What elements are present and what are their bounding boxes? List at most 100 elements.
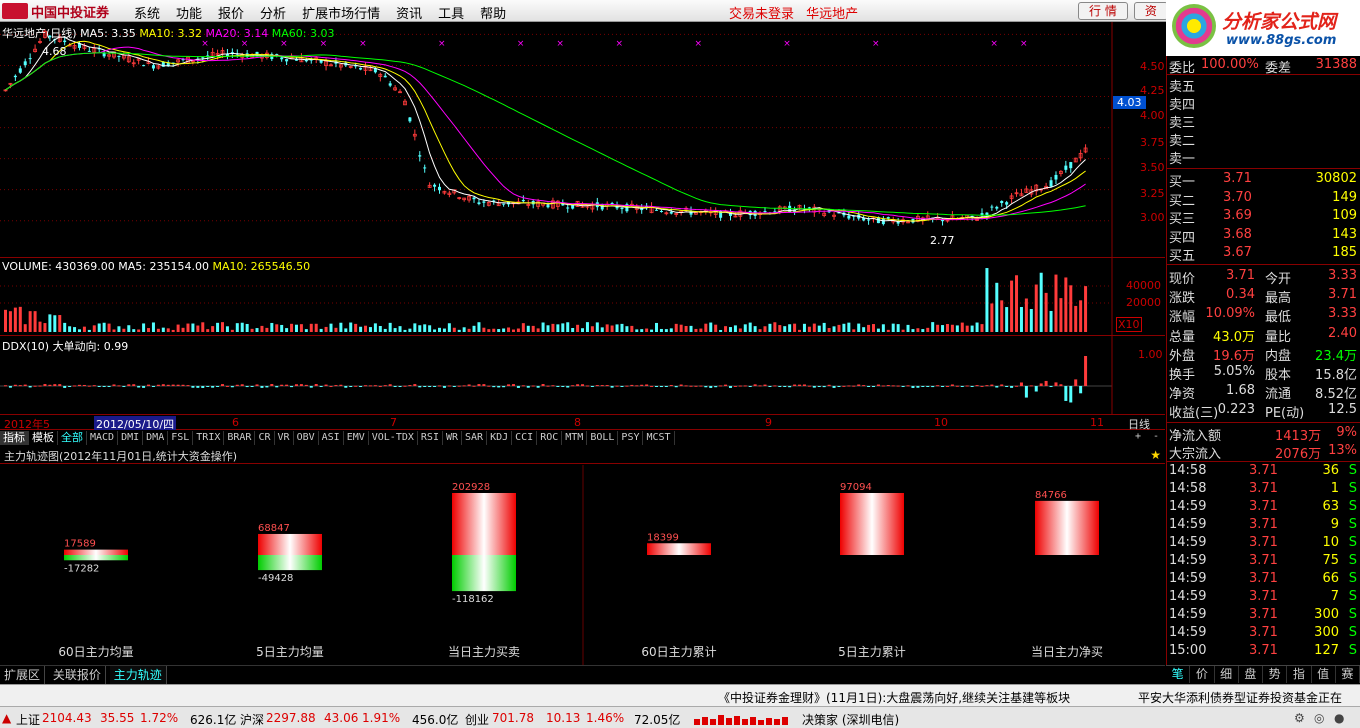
ddx-chart[interactable]: DDX(10) 大单动向: 0.99 1.00 <box>0 336 1165 414</box>
menu-item-system[interactable]: 系统 <box>126 3 168 22</box>
zoom-out-button[interactable]: - <box>1147 430 1165 444</box>
tab-obv[interactable]: OBV <box>294 431 319 445</box>
menu-item-news[interactable]: 资讯 <box>388 3 430 22</box>
tick-volume: 300 <box>1314 625 1339 640</box>
tab-macd[interactable]: MACD <box>87 431 119 445</box>
tab-boll[interactable]: BOLL <box>587 431 619 445</box>
tab-emv[interactable]: EMV <box>344 431 369 445</box>
tab-mcst[interactable]: MCST <box>643 431 675 445</box>
tick-price: 3.71 <box>1249 517 1278 532</box>
tray-icon[interactable]: ⚙ <box>1294 711 1305 725</box>
tab-price[interactable]: 价 <box>1190 666 1215 683</box>
info-button[interactable]: 资 <box>1133 2 1168 20</box>
cy-change: 10.13 <box>546 711 581 725</box>
network-icon[interactable]: ◎ <box>1314 711 1324 725</box>
tab-race[interactable]: 赛 <box>1336 666 1360 683</box>
volume-bar <box>699 328 703 332</box>
buy-level: 买二 3.70 149 <box>1167 189 1360 209</box>
tab-kdj[interactable]: KDJ <box>487 431 513 445</box>
date-label: 10 <box>934 416 948 429</box>
news-item-2[interactable]: 平安大华添利债券型证券投资基金正在 <box>1138 689 1342 706</box>
tab-vol-tdx[interactable]: VOL-TDX <box>369 431 418 445</box>
tick-price: 3.71 <box>1249 553 1278 568</box>
candle-body <box>659 210 663 212</box>
tab-all[interactable]: 全部 <box>58 431 87 445</box>
zoom-in-button[interactable]: + <box>1129 430 1147 444</box>
event-marker-icon: × <box>990 39 998 49</box>
news-ticker[interactable]: 《中投证券金理财》(11月1日):大盘震荡向好,继续关注基建等板块 平安大华添利… <box>0 684 1360 706</box>
volume-bar <box>1044 292 1048 332</box>
cy-amount: 72.05亿 <box>634 713 681 727</box>
stat-row: 换手 5.05% 股本 15.8亿 <box>1167 363 1360 383</box>
ddx-bar <box>945 385 949 387</box>
kline-header: 华远地产(日线) <box>2 27 77 40</box>
lock-icon[interactable]: ● <box>1334 711 1344 725</box>
tab-mainforce-track[interactable]: 主力轨迹 <box>109 666 167 684</box>
ddx-bar <box>620 386 624 387</box>
tab-cci[interactable]: CCI <box>512 431 538 445</box>
tab-psy[interactable]: PSY <box>618 431 644 445</box>
tab-dma[interactable]: DMA <box>143 431 169 445</box>
tab-asi[interactable]: ASI <box>319 431 344 445</box>
menu-item-quote[interactable]: 报价 <box>210 3 252 22</box>
sh-label[interactable]: 上证 <box>16 711 40 728</box>
tab-related-quotes[interactable]: 关联报价 <box>49 666 106 684</box>
stat-label-2: 流通 <box>1265 387 1292 403</box>
tab-wr[interactable]: WR <box>443 431 463 445</box>
tab-trades[interactable]: 笔 <box>1166 666 1191 683</box>
kline-chart[interactable]: × × × × × × × × × × × × × × 华远地产(日线) MA5: 3.35 MA10: … <box>0 22 1165 258</box>
ddx-bar <box>270 384 274 386</box>
volume-bar <box>314 323 318 332</box>
tick-row: 14:59 3.71 7 S <box>1167 588 1360 606</box>
cy-label[interactable]: 创业 <box>465 711 489 728</box>
tab-cr[interactable]: CR <box>255 431 275 445</box>
tab-indicator[interactable]: 指标 <box>0 431 29 445</box>
tab-vr[interactable]: VR <box>275 431 294 445</box>
tab-extension-area[interactable]: 扩展区 <box>0 666 46 684</box>
stat-value-2: 3.33 <box>1328 306 1357 322</box>
news-item[interactable]: 《中投证券金理财》(11月1日):大盘震荡向好,继续关注基建等板块 <box>718 689 1070 706</box>
tab-value[interactable]: 值 <box>1312 666 1336 683</box>
menu-item-help[interactable]: 帮助 <box>472 3 514 22</box>
tab-fsl[interactable]: FSL <box>168 431 194 445</box>
volume-bar <box>230 329 234 332</box>
tab-sar[interactable]: SAR <box>462 431 488 445</box>
tab-dmi[interactable]: DMI <box>118 431 144 445</box>
menu-item-function[interactable]: 功能 <box>168 3 210 22</box>
volume-bar <box>166 328 170 332</box>
tab-trix[interactable]: TRIX <box>193 431 225 445</box>
tab-trend[interactable]: 势 <box>1263 666 1288 683</box>
ddx-bar <box>221 384 224 386</box>
menu-item-analysis[interactable]: 分析 <box>252 3 294 22</box>
stat-row: 涨跌 0.34 最高 3.71 <box>1167 286 1360 306</box>
tab-detail[interactable]: 细 <box>1215 666 1239 683</box>
tab-brar[interactable]: BRAR <box>224 431 256 445</box>
tick-row: 14:59 3.71 300 S <box>1167 606 1360 624</box>
star-icon[interactable]: ★ <box>1150 448 1161 462</box>
stat-label-2: 今开 <box>1265 272 1292 287</box>
ddx-bar <box>92 385 96 387</box>
tab-roc[interactable]: ROC <box>537 431 563 445</box>
volume-bar <box>388 322 392 332</box>
tick-row: 14:59 3.71 66 S <box>1167 570 1360 588</box>
sz-label[interactable]: 沪深 <box>240 711 264 728</box>
cy-value: 701.78 <box>492 711 534 725</box>
volume-chart[interactable]: VOLUME: 430369.00 MA5: 235154.00 MA10: 2… <box>0 258 1165 336</box>
tab-index[interactable]: 指 <box>1287 666 1312 683</box>
volume-bar <box>581 328 585 332</box>
ddx-bar <box>433 386 437 387</box>
bottom-tabs: 扩展区 关联报价 主力轨迹 <box>0 665 1165 684</box>
tab-mtm[interactable]: MTM <box>562 431 588 445</box>
tab-template[interactable]: 模板 <box>29 431 58 445</box>
volume-bar <box>161 327 165 332</box>
menu-item-extended-market[interactable]: 扩展市场行情 <box>294 3 388 22</box>
menu-item-tools[interactable]: 工具 <box>430 3 472 22</box>
trade-login-status[interactable]: 交易未登录 <box>729 7 794 22</box>
tab-book[interactable]: 盘 <box>1239 666 1263 683</box>
server-status[interactable]: 决策家 (深圳电信) <box>802 711 899 728</box>
tab-rsi[interactable]: RSI <box>418 431 443 445</box>
quote-button[interactable]: 行 情 <box>1078 2 1128 20</box>
tick-time: 15:00 <box>1169 643 1207 658</box>
volume-bar <box>413 323 417 332</box>
stat-value: 10.09% <box>1205 306 1255 322</box>
